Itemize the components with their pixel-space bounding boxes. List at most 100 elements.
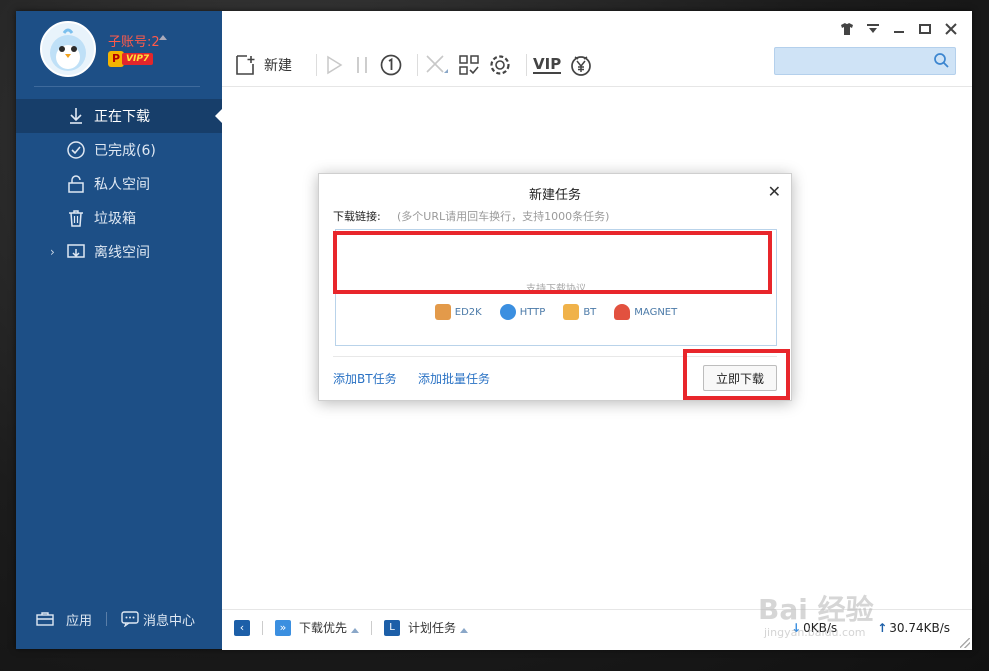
new-file-icon <box>236 55 255 75</box>
vip-level: VIP7 <box>122 53 154 65</box>
dialog-close-icon[interactable]: ✕ <box>768 182 781 201</box>
search-icon[interactable] <box>933 52 949 68</box>
download-link-label: 下载链接: <box>333 210 381 223</box>
toolbar-separator <box>526 54 527 76</box>
main-toolbar: 新建 VIP <box>234 51 601 79</box>
ed2k-icon <box>434 304 451 320</box>
gear-icon <box>490 55 510 75</box>
new-task-button[interactable]: 新建 <box>234 54 302 76</box>
sidebar-item-offline-space[interactable]: › 离线空间 <box>16 235 222 269</box>
download-arrow-icon <box>70 108 82 124</box>
message-center-label: 消息中心 <box>143 613 196 629</box>
toolbar-separator <box>316 54 317 76</box>
protocol-list: ED2K HTTP BT MAGNET <box>336 304 776 320</box>
apps-label: 应用 <box>66 613 93 629</box>
statusbar-separator <box>262 620 263 635</box>
sidebar-item-label: 私人空间 <box>94 177 150 193</box>
delete-x-icon <box>426 55 448 73</box>
menu-dropdown-icon[interactable] <box>864 20 882 38</box>
schedule-label: 计划任务 <box>408 621 457 635</box>
protocol-magnet: MAGNET <box>614 304 677 320</box>
new-task-label: 新建 <box>264 58 292 74</box>
minimize-icon[interactable] <box>890 20 908 38</box>
add-batch-task-link[interactable]: 添加批量任务 <box>418 370 490 387</box>
collapse-sidebar-button[interactable]: ‹ <box>234 619 250 636</box>
sidebar-item-completed[interactable]: 已完成(6) <box>16 133 222 167</box>
play-icon <box>327 55 343 75</box>
sidebar-divider <box>34 86 200 87</box>
protocol-http: HTTP <box>499 304 546 320</box>
search-input[interactable] <box>774 47 956 75</box>
lock-icon <box>68 175 84 193</box>
protocol-ed2k: ED2K <box>434 304 482 320</box>
download-link-hint: (多个URL请用回车换行，支持1000条任务) <box>397 210 610 223</box>
scheduled-task-toggle[interactable]: L 计划任务 <box>384 619 469 636</box>
cloud-download-icon <box>67 244 85 258</box>
schedule-dropdown-icon[interactable] <box>460 628 469 633</box>
priority-dropdown-icon[interactable] <box>351 628 360 633</box>
watermark-url: jingyan.baidu.com <box>764 626 866 639</box>
protocol-label: MAGNET <box>634 306 678 318</box>
resize-grip[interactable] <box>960 638 970 648</box>
upload-speed-icon: ↑ <box>877 621 888 635</box>
protocol-bt: BT <box>563 304 596 320</box>
sidebar-item-downloading[interactable]: 正在下载 <box>16 99 222 133</box>
avatar[interactable] <box>40 21 96 77</box>
sidebar-item-label: 离线空间 <box>94 245 150 261</box>
account-username[interactable]: 子账号:2 <box>108 31 160 50</box>
sidebar-item-label: 已完成(6) <box>94 143 156 159</box>
magnet-icon <box>614 304 631 320</box>
download-priority-toggle[interactable]: » 下载优先 <box>275 619 360 636</box>
sidebar-item-private-space[interactable]: 私人空间 <box>16 167 222 201</box>
footer-separator <box>106 612 108 626</box>
apps-button[interactable]: 应用 <box>36 610 92 629</box>
schedule-icon: L <box>384 619 401 636</box>
sidebar-item-trash[interactable]: 垃圾箱 <box>16 201 222 235</box>
toolbar-divider <box>222 86 972 87</box>
pause-icon <box>357 57 367 73</box>
chat-bubble-icon <box>121 611 139 627</box>
priority-label: 下载优先 <box>299 621 348 635</box>
sidebar-item-label: 正在下载 <box>94 109 150 125</box>
maximize-icon[interactable] <box>916 20 934 38</box>
sidebar-nav: 正在下载 已完成(6) 私人空间 垃圾箱 › 离线空间 <box>16 99 222 269</box>
protocol-label: BT <box>583 306 597 318</box>
priority-icon: » <box>275 619 291 636</box>
pause-button[interactable] <box>353 54 371 76</box>
http-globe-icon <box>499 304 516 320</box>
watermark-logo: Bai 经验 <box>758 593 874 626</box>
vip-badge: P VIP7 <box>108 51 154 67</box>
grid-check-icon <box>459 55 479 75</box>
yen-coin-icon <box>571 56 592 76</box>
skin-shirt-icon[interactable] <box>838 20 856 38</box>
close-window-icon[interactable] <box>942 20 960 38</box>
settings-button[interactable] <box>488 53 512 77</box>
check-circle-icon <box>67 141 85 159</box>
dialog-title: 新建任务 <box>528 188 581 203</box>
wallet-button[interactable] <box>569 53 593 77</box>
sidebar-item-label: 垃圾箱 <box>94 211 136 227</box>
add-bt-task-link[interactable]: 添加BT任务 <box>333 370 397 387</box>
toolbar-separator <box>417 54 418 76</box>
upload-speed: 30.74KB/s <box>889 621 950 635</box>
protocol-label: HTTP <box>519 306 546 318</box>
highlight-box-url <box>333 231 772 294</box>
message-center-button[interactable]: 消息中心 <box>121 610 195 629</box>
sidebar-footer: 应用 消息中心 <box>16 607 222 631</box>
expand-chevron-icon[interactable]: › <box>50 245 55 259</box>
bt-folder-icon <box>563 304 580 320</box>
app-window: 子账号:2 P VIP7 正在下载 已完成(6) 私人空间 垃圾箱 › 离线空间… <box>16 11 972 650</box>
apps-icon <box>36 612 54 626</box>
window-controls <box>838 20 960 38</box>
statusbar-separator <box>371 620 373 635</box>
app-grid-button[interactable] <box>458 54 480 76</box>
single-task-icon <box>380 54 402 76</box>
sidebar: 子账号:2 P VIP7 正在下载 已完成(6) 私人空间 垃圾箱 › 离线空间… <box>16 11 222 649</box>
vip-button[interactable]: VIP <box>533 56 562 74</box>
single-task-button[interactable] <box>379 53 403 77</box>
account-caret-icon[interactable] <box>159 35 167 40</box>
start-button[interactable] <box>323 54 345 76</box>
trash-icon <box>69 210 83 227</box>
delete-button[interactable] <box>424 54 450 76</box>
highlight-box-download-button <box>683 349 790 400</box>
